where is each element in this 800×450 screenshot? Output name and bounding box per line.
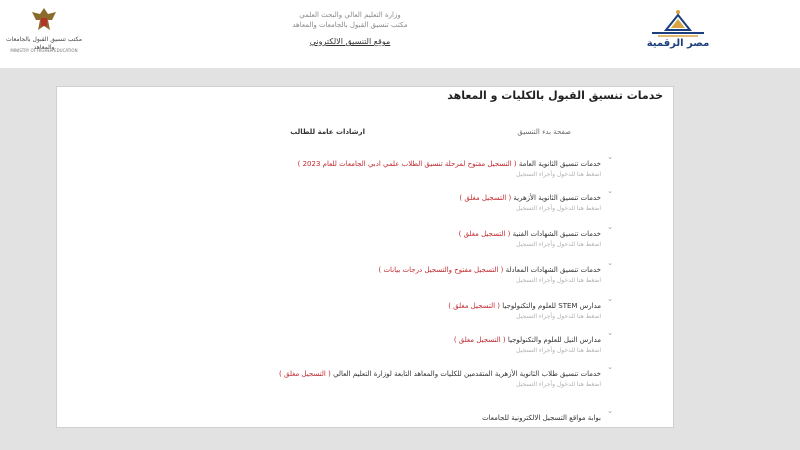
- menu-item-title: مدارس النيل للعلوم والتكنولوجيا: [507, 336, 601, 344]
- menu-item-title: خدمات تنسيق الثانوية الأزهرية: [513, 194, 601, 202]
- menu-item-equivalent-certificates[interactable]: ⌄ خدمات تنسيق الشهادات المعادلة ( التسجي…: [378, 257, 614, 285]
- menu-item-status: ( التسجيل مفتوح لمرحلة تنسيق الطلاب علمي…: [297, 160, 517, 168]
- menu-item-title: خدمات تنسيق طلاب الثانوية الأزهرية المتق…: [333, 370, 601, 378]
- menu-item-status: ( التسجيل مفتوح والتسجيل درجات بيانات ): [378, 266, 504, 274]
- chevron-down-icon: ⌄: [607, 407, 613, 415]
- menu-item-title: مدارس STEM للعلوم والتكنولوجيا: [502, 302, 601, 310]
- menu-item-status: ( التسجيل مغلق ): [448, 302, 501, 310]
- site-header: مصر الرقمية وزارة التعليم العالي والبحث …: [0, 0, 800, 68]
- government-logo-subtext: MINISTRY OF HIGHER EDUCATION: [10, 48, 78, 53]
- chevron-down-icon: ⌄: [607, 259, 613, 267]
- menu-item-universities-portal[interactable]: ⌄ بوابة مواقع التسجيل الالكترونية للجامع…: [482, 405, 613, 424]
- chevron-down-icon: ⌄: [607, 187, 613, 195]
- menu-item-subtext: اضغط هنا للدخول وأجراء التسجيل: [516, 205, 601, 212]
- menu-item-subtext: اضغط هنا للدخول وأجراء التسجيل: [516, 347, 601, 354]
- menu-item-status: ( التسجيل مغلق ): [279, 370, 331, 378]
- menu-item-subtext: اضغط هنا للدخول وأجراء التسجيل: [516, 313, 601, 320]
- menu-item-title: خدمات تنسيق الشهادات الفنية: [512, 230, 601, 238]
- menu-item-nile-schools[interactable]: ⌄ مدارس النيل للعلوم والتكنولوجيا ( التس…: [453, 327, 613, 355]
- pyramid-icon: [652, 10, 704, 37]
- digital-egypt-logo-text: مصر الرقمية: [646, 38, 710, 49]
- student-guide-link[interactable]: ارشادات عامة للطالب: [290, 128, 365, 136]
- menu-item-general-secondary[interactable]: ⌄ خدمات تنسيق الثانوية العامة ( التسجيل …: [297, 151, 613, 179]
- menu-item-title: بوابة مواقع التسجيل الالكترونية للجامعات: [482, 414, 601, 422]
- eagle-icon: [32, 8, 56, 30]
- menu-item-subtext: اضغط هنا للدخول وأجراء التسجيل: [516, 241, 601, 248]
- office-name: مكتب تنسيق القبول بالجامعات والمعاهد: [292, 21, 408, 29]
- menu-item-stem-schools[interactable]: ⌄ مدارس STEM للعلوم والتكنولوجيا ( التسج…: [448, 293, 613, 321]
- services-panel: خدمات تنسيق القبول بالكليات و المعاهد صف…: [56, 86, 674, 428]
- menu-item-subtext: اضغط هنا للدخول وأجراء التسجيل: [516, 381, 601, 388]
- menu-item-azhar-secondary[interactable]: ⌄ خدمات تنسيق الثانوية الأزهرية ( التسجي…: [459, 185, 613, 213]
- digital-egypt-logo[interactable]: مصر الرقمية: [638, 6, 718, 60]
- menu-item-azhar-students-higher-ed[interactable]: ⌄ خدمات تنسيق طلاب الثانوية الأزهرية الم…: [279, 361, 613, 389]
- main-page-link[interactable]: صفحة بدء التنسيق: [517, 128, 571, 136]
- menu-item-technical-certificates[interactable]: ⌄ خدمات تنسيق الشهادات الفنية ( التسجيل …: [458, 221, 613, 249]
- government-logo[interactable]: مكتب تنسيق القبول بالجامعات والمعاهد MIN…: [4, 6, 84, 62]
- page-title: خدمات تنسيق القبول بالكليات و المعاهد: [447, 89, 663, 102]
- menu-item-title: خدمات تنسيق الشهادات المعادلة: [505, 266, 601, 274]
- chevron-down-icon: ⌄: [607, 363, 613, 371]
- chevron-down-icon: ⌄: [607, 153, 613, 161]
- menu-item-title: خدمات تنسيق الثانوية العامة: [518, 160, 601, 168]
- menu-item-subtext: اضغط هنا للدخول وأجراء التسجيل: [516, 277, 601, 284]
- header-ministry-text: وزارة التعليم العالي والبحث العلمي مكتب …: [250, 10, 450, 48]
- site-name-link[interactable]: موقع التنسيق الالكتروني: [250, 36, 450, 48]
- ministry-name: وزارة التعليم العالي والبحث العلمي: [299, 11, 401, 19]
- menu-item-status: ( التسجيل مغلق ): [453, 336, 506, 344]
- menu-item-status: ( التسجيل مغلق ): [458, 230, 511, 238]
- chevron-down-icon: ⌄: [607, 223, 613, 231]
- menu-item-status: ( التسجيل مغلق ): [459, 194, 512, 202]
- chevron-down-icon: ⌄: [607, 329, 613, 337]
- chevron-down-icon: ⌄: [607, 295, 613, 303]
- menu-item-subtext: اضغط هنا للدخول وأجراء التسجيل: [516, 171, 601, 178]
